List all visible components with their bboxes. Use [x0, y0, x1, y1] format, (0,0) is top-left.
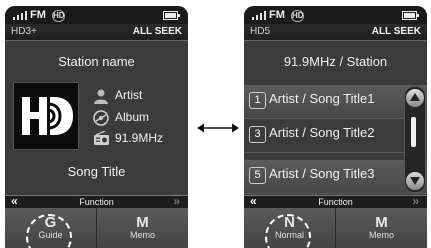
function-bar: « Function »: [244, 194, 427, 209]
battery-icon: [402, 11, 419, 20]
list-item-text: Artist / Song Title2: [269, 125, 375, 140]
frequency-station-title: 91.9MHz / Station: [283, 54, 388, 69]
scroll-thumb[interactable]: [411, 117, 416, 147]
list-item[interactable]: 3 Artist / Song Title2: [244, 119, 427, 153]
radio-icon: [94, 131, 109, 145]
artist-label: Artist: [115, 88, 143, 102]
list-item-text: Artist / Song Title3: [269, 166, 375, 181]
softkey-bar: G Guide M Memo: [5, 208, 188, 248]
memo-softkey[interactable]: M Memo: [97, 208, 188, 248]
disc-icon: [93, 110, 109, 126]
band-label: FM: [269, 9, 285, 21]
list-item[interactable]: 1 Artist / Song Title1: [244, 85, 427, 119]
memo-letter: M: [136, 214, 149, 231]
signal-icon: [252, 11, 266, 20]
scroll-up-icon[interactable]: [406, 89, 424, 107]
guide-softkey[interactable]: G Guide: [5, 208, 97, 248]
band-label: FM: [30, 9, 46, 21]
memo-label: Memo: [368, 230, 394, 240]
battery-icon: [163, 11, 180, 20]
memo-letter: M: [375, 214, 388, 231]
person-icon: [94, 89, 108, 104]
hd-icon: HD: [291, 10, 304, 22]
function-next-button[interactable]: »: [412, 194, 419, 208]
list-item-number: 3: [249, 126, 266, 143]
status-bar: FM HD: [5, 6, 188, 24]
sub-header: HD3+ ALL SEEK: [5, 24, 188, 41]
list-item[interactable]: 5 Artist / Song Title3: [244, 160, 427, 194]
sub-header: HD5 ALL SEEK: [244, 24, 427, 41]
function-next-button[interactable]: »: [173, 194, 180, 208]
function-label: Function: [318, 197, 353, 207]
screen-song-list: FM HD HD5 ALL SEEK 91.9MHz / Station 1 A…: [244, 6, 427, 248]
frequency-label: 91.9MHz: [115, 131, 164, 145]
list-item-text: Artist / Song Title1: [269, 91, 375, 106]
hd-radio-logo: [22, 97, 73, 135]
memo-label: Memo: [129, 230, 155, 240]
channel-label: HD5: [250, 26, 271, 37]
scroll-down-icon[interactable]: [406, 172, 424, 190]
screen-now-playing: FM HD HD3+ ALL SEEK Station name Artist …: [5, 6, 188, 248]
signal-icon: [13, 11, 27, 20]
album-label: Album: [115, 110, 150, 124]
scrollbar[interactable]: [404, 86, 426, 193]
station-name: Station name: [58, 54, 135, 69]
hd-icon: HD: [52, 10, 65, 22]
double-headed-arrow-icon: [197, 123, 239, 133]
song-title: Song Title: [67, 164, 126, 179]
channel-label: HD3+: [11, 26, 37, 37]
list-item-number: 1: [249, 92, 266, 109]
function-bar: « Function »: [5, 194, 188, 209]
normal-softkey[interactable]: N Normal: [244, 208, 336, 248]
album-art: [13, 82, 79, 150]
memo-softkey[interactable]: M Memo: [336, 208, 427, 248]
seek-mode-label: ALL SEEK: [371, 26, 421, 37]
softkey-bar: N Normal M Memo: [244, 208, 427, 248]
status-bar: FM HD: [244, 6, 427, 24]
seek-mode-label: ALL SEEK: [132, 26, 182, 37]
function-label: Function: [79, 197, 114, 207]
list-item-number: 5: [249, 167, 266, 184]
